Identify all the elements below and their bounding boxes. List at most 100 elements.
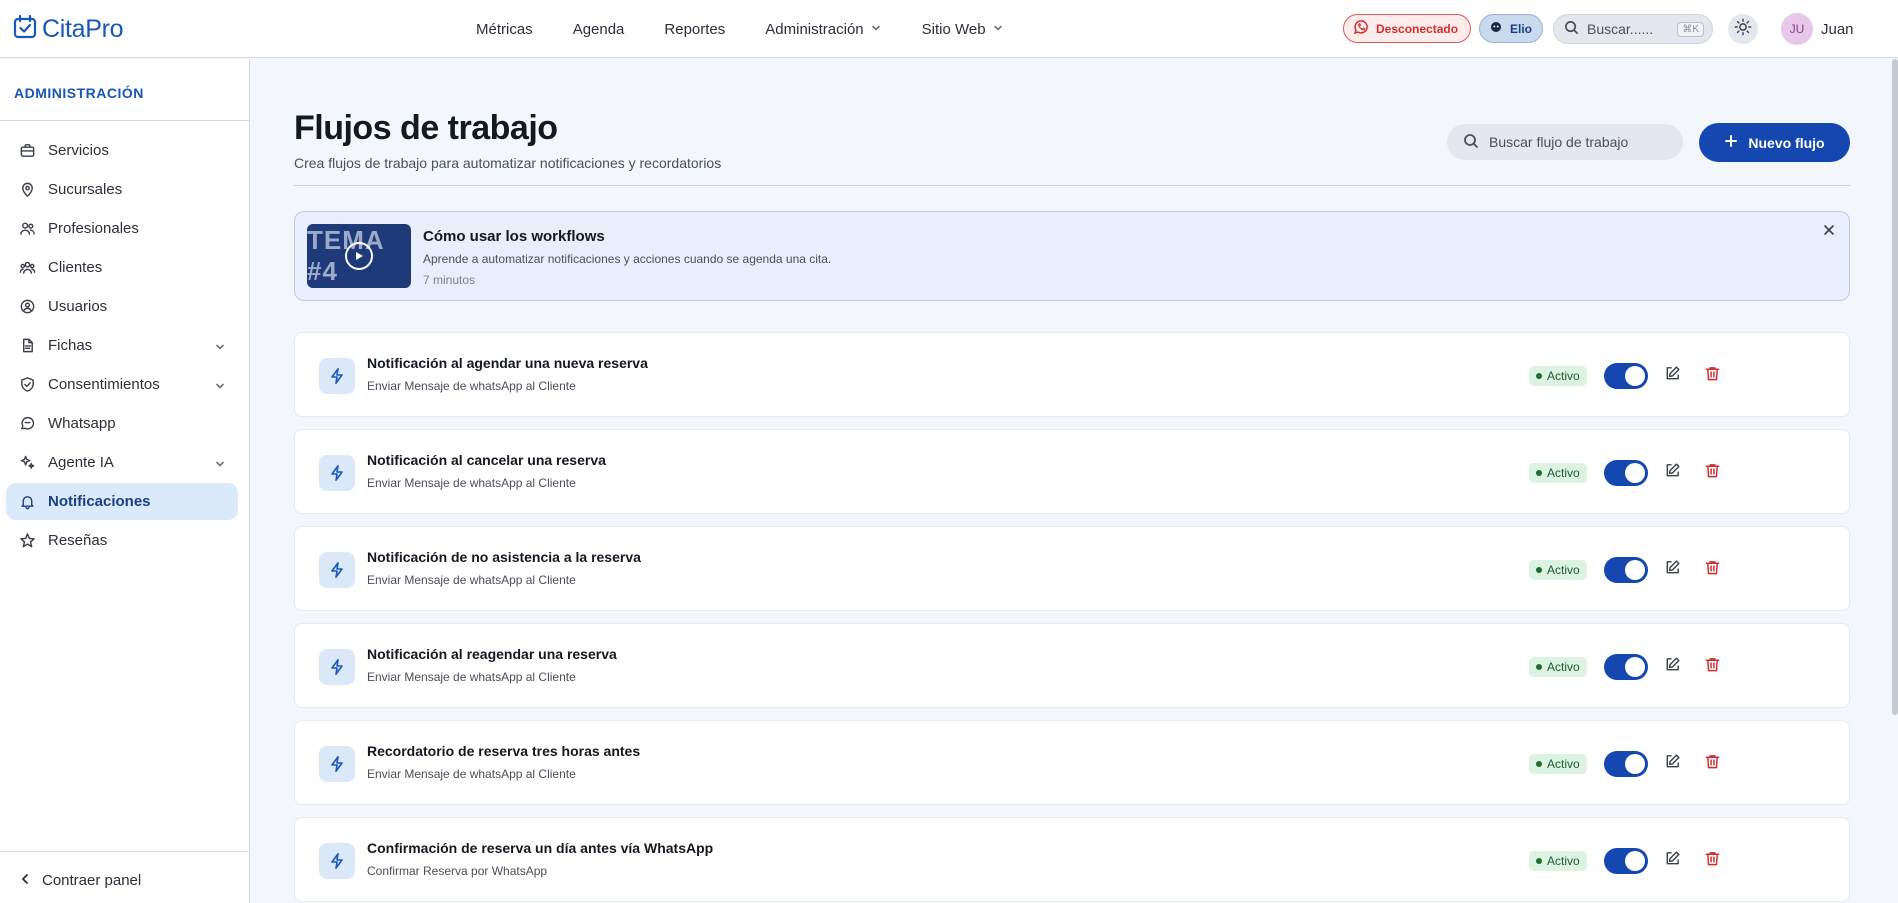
avatar: JU	[1781, 13, 1813, 45]
edit-icon	[1664, 365, 1681, 387]
sidebar-item-whatsapp[interactable]: Whatsapp	[6, 405, 238, 442]
chat-icon	[18, 415, 36, 433]
sidebar-menu: Servicios Sucursales Profesionales Clientes…	[6, 132, 238, 561]
status-dot	[1536, 858, 1542, 864]
sidebar-item-label: Reseñas	[48, 532, 108, 549]
close-icon	[1823, 223, 1835, 241]
trash-icon	[1704, 462, 1721, 484]
workflow-toggle[interactable]	[1604, 751, 1648, 777]
brand-name: CitaPro	[42, 15, 124, 43]
user-name: Juan	[1821, 20, 1854, 38]
workflow-toggle[interactable]	[1604, 557, 1648, 583]
workflow-action: Enviar Mensaje de whatsApp al Cliente	[367, 767, 576, 781]
workflow-title: Notificación al reagendar una reserva	[367, 646, 617, 662]
logo[interactable]: CitaPro	[12, 14, 124, 45]
sidebar-item-consentimientos[interactable]: Consentimientos	[6, 366, 238, 403]
workflow-toggle[interactable]	[1604, 654, 1648, 680]
new-flow-button[interactable]: Nuevo flujo	[1699, 123, 1850, 162]
chevron-down-icon	[214, 340, 226, 352]
theme-toggle-button[interactable]	[1728, 14, 1758, 44]
workflow-card[interactable]: Notificación de no asistencia a la reser…	[294, 526, 1850, 611]
lightning-icon	[319, 552, 355, 588]
nav-item-label: Reportes	[664, 20, 726, 38]
delete-workflow-button[interactable]	[1702, 851, 1722, 871]
edit-workflow-button[interactable]	[1662, 463, 1682, 483]
delete-workflow-button[interactable]	[1702, 463, 1722, 483]
delete-workflow-button[interactable]	[1702, 366, 1722, 386]
status-dot	[1536, 664, 1542, 670]
workflow-card[interactable]: Notificación al cancelar una reserva Envi…	[294, 429, 1850, 514]
sidebar-item-reseñas[interactable]: Reseñas	[6, 522, 238, 559]
status-text: Activo	[1547, 466, 1580, 480]
collapse-panel-button[interactable]: Contraer panel	[20, 872, 141, 889]
page-scrollbar[interactable]	[1892, 59, 1898, 715]
nav-item-reportes[interactable]: Reportes	[664, 21, 725, 38]
file-icon	[18, 337, 36, 355]
nav-item-label: Métricas	[476, 20, 533, 38]
sidebar-item-clientes[interactable]: Clientes	[6, 249, 238, 286]
nav-item-administración[interactable]: Administración	[765, 21, 881, 38]
edit-workflow-button[interactable]	[1662, 754, 1682, 774]
play-icon	[345, 242, 373, 270]
workflow-card[interactable]: Confirmación de reserva un día antes vía…	[294, 817, 1850, 902]
user-circle-icon	[18, 298, 36, 316]
delete-workflow-button[interactable]	[1702, 754, 1722, 774]
sidebar-item-sucursales[interactable]: Sucursales	[6, 171, 238, 208]
workflow-title: Notificación al agendar una nueva reserv…	[367, 355, 648, 371]
flow-search-input[interactable]: Buscar flujo de trabajo	[1447, 124, 1683, 160]
status-dot	[1536, 470, 1542, 476]
workflow-card[interactable]: Recordatorio de reserva tres horas antes…	[294, 720, 1850, 805]
sidebar-divider	[0, 120, 249, 121]
sidebar-item-profesionales[interactable]: Profesionales	[6, 210, 238, 247]
edit-workflow-button[interactable]	[1662, 366, 1682, 386]
workflow-title: Notificación al cancelar una reserva	[367, 452, 606, 468]
edit-workflow-button[interactable]	[1662, 657, 1682, 677]
edit-workflow-button[interactable]	[1662, 560, 1682, 580]
sidebar-item-fichas[interactable]: Fichas	[6, 327, 238, 364]
delete-workflow-button[interactable]	[1702, 560, 1722, 580]
sidebar-item-label: Profesionales	[48, 220, 139, 237]
chevron-down-icon	[214, 457, 226, 469]
edit-workflow-button[interactable]	[1662, 851, 1682, 871]
sparkles-icon	[18, 454, 36, 472]
nav-item-agenda[interactable]: Agenda	[573, 21, 625, 38]
edit-icon	[1664, 559, 1681, 581]
search-icon	[1564, 20, 1579, 38]
workflow-card[interactable]: Notificación al agendar una nueva reserv…	[294, 332, 1850, 417]
star-icon	[18, 532, 36, 550]
search-shortcut: ⌘K	[1677, 21, 1704, 37]
workflow-toggle[interactable]	[1604, 460, 1648, 486]
sidebar-item-label: Usuarios	[48, 298, 108, 315]
status-badge: Activo	[1529, 366, 1587, 386]
sidebar-item-agente-ia[interactable]: Agente IA	[6, 444, 238, 481]
sidebar-item-servicios[interactable]: Servicios	[6, 132, 238, 169]
workflow-title: Notificación de no asistencia a la reser…	[367, 549, 641, 565]
sidebar-item-label: Agente IA	[48, 454, 114, 471]
sidebar-item-usuarios[interactable]: Usuarios	[6, 288, 238, 325]
toggle-knob	[1625, 366, 1645, 386]
nav-item-sitio-web[interactable]: Sitio Web	[922, 21, 1004, 38]
workflow-toggle[interactable]	[1604, 848, 1648, 874]
status-text: Activo	[1547, 757, 1580, 771]
close-banner-button[interactable]	[1821, 224, 1837, 240]
status-dot	[1536, 567, 1542, 573]
sidebar-item-notificaciones[interactable]: Notificaciones	[6, 483, 238, 520]
lightning-icon	[319, 649, 355, 685]
edit-icon	[1664, 753, 1681, 775]
whatsapp-icon	[1352, 18, 1370, 39]
workflow-action: Enviar Mensaje de whatsApp al Cliente	[367, 573, 576, 587]
lightning-icon	[319, 843, 355, 879]
workflow-toggle[interactable]	[1604, 363, 1648, 389]
workflow-card[interactable]: Notificación al reagendar una reserva Env…	[294, 623, 1850, 708]
agent-badge[interactable]: Elio	[1479, 14, 1544, 43]
video-thumbnail[interactable]: TEMA #4	[307, 224, 411, 288]
nav-item-label: Agenda	[572, 20, 625, 38]
nav-item-métricas[interactable]: Métricas	[476, 21, 533, 38]
sidebar-item-label: Consentimientos	[48, 376, 160, 393]
delete-workflow-button[interactable]	[1702, 657, 1722, 677]
user-menu[interactable]: JU Juan	[1781, 13, 1854, 45]
workflow-action: Enviar Mensaje de whatsApp al Cliente	[367, 476, 576, 490]
status-badge: Activo	[1529, 657, 1587, 677]
global-search-input[interactable]: Buscar...... ⌘K	[1553, 14, 1713, 44]
whatsapp-status-badge[interactable]: Desconectado	[1343, 14, 1472, 43]
